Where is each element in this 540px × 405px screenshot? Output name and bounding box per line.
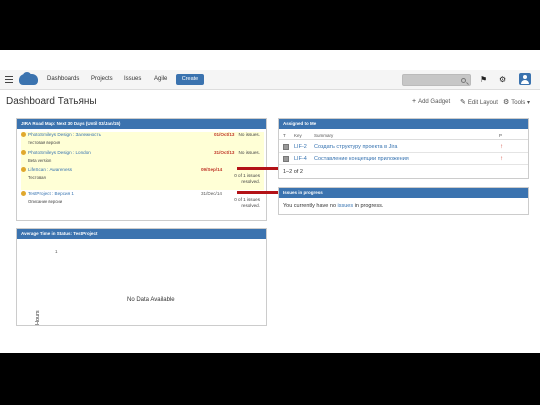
version-status: No issues. <box>238 132 260 137</box>
version-package-icon <box>21 150 26 156</box>
issue-key-link[interactable]: LIF-2 <box>294 144 307 150</box>
version-status: 0 of 1 issues resolved. <box>234 197 260 209</box>
column-key[interactable]: Key <box>294 133 302 138</box>
edit-layout-button[interactable]: ✎ Edit Layout <box>460 98 498 106</box>
plus-icon: + <box>412 98 417 105</box>
nav-issues[interactable]: Issues <box>124 76 141 82</box>
nav-dashboards[interactable]: Dashboards <box>47 76 79 82</box>
search-icon <box>461 78 466 83</box>
issue-key-link[interactable]: LIF-4 <box>294 156 307 162</box>
version-description: Beta version <box>28 158 52 163</box>
column-type[interactable]: T <box>283 133 286 138</box>
task-type-icon <box>283 156 289 162</box>
version-package-icon <box>21 191 26 197</box>
no-data-message: No Data Available <box>127 297 175 303</box>
average-time-gadget-title[interactable]: Average Time in Status: TestProject <box>17 229 266 239</box>
issues-in-progress-gadget: Issues in progress You currently have no… <box>278 187 529 215</box>
in-progress-message: You currently have no issues in progress… <box>283 203 384 209</box>
y-axis-tick: 1 <box>55 249 58 254</box>
release-date: 09/Sep/14 <box>201 167 223 172</box>
issue-summary-link[interactable]: Создать структуру проекта в Jira <box>314 144 397 150</box>
table-row[interactable]: LIF-4 Составление концепции приложения ↑ <box>279 153 528 165</box>
version-link[interactable]: PhotoSmileys Design : Залежность <box>21 132 101 138</box>
version-package-icon <box>21 132 26 138</box>
release-date: 31/Dec/14 <box>201 191 222 196</box>
tools-dropdown[interactable]: ⚙ Tools ▾ <box>503 98 530 106</box>
roadmap-row: PhotoSmileys Design : Залежность тестова… <box>21 132 264 150</box>
help-icon[interactable]: ⚑ <box>480 75 487 85</box>
assigned-to-me-gadget: Assigned to Me T Key Summary P LIF-2 Соз… <box>278 118 529 179</box>
version-description: тестовая версия <box>28 140 60 145</box>
jira-logo-icon[interactable] <box>19 72 38 85</box>
column-summary[interactable]: Summary <box>314 133 333 138</box>
create-button[interactable]: Create <box>176 74 204 85</box>
roadmap-row: LifeScan : Awareness Тестовая 09/Sep/14 … <box>21 167 279 190</box>
version-description: Тестовая <box>28 175 46 180</box>
y-axis-label: Hours <box>35 310 41 325</box>
page-title: Dashboard Татьяны <box>6 96 97 107</box>
roadmap-row: PhotoSmileys Design : London Beta versio… <box>21 150 264 167</box>
chevron-down-icon: ▾ <box>525 100 530 106</box>
progress-bar <box>237 167 279 170</box>
user-avatar[interactable] <box>519 73 531 85</box>
results-count: 1–2 of 2 <box>283 169 303 175</box>
version-link[interactable]: PhotoSmileys Design : London <box>21 150 91 156</box>
priority-high-icon: ↑ <box>500 156 503 162</box>
gear-icon: ⚙ <box>503 99 510 106</box>
version-link[interactable]: LifeScan : Awareness <box>21 167 72 173</box>
nav-agile[interactable]: Agile <box>154 76 167 82</box>
issue-summary-link[interactable]: Составление концепции приложения <box>314 156 409 162</box>
version-status: No issues. <box>238 150 260 155</box>
release-date: 31/Oct/13 <box>214 150 235 155</box>
issues-link[interactable]: issues <box>338 203 354 209</box>
add-gadget-button[interactable]: + Add Gadget <box>412 98 450 105</box>
in-progress-gadget-title[interactable]: Issues in progress <box>279 188 528 198</box>
progress-bar <box>237 191 279 194</box>
average-time-gadget: Average Time in Status: TestProject 1 Ho… <box>16 228 267 326</box>
jira-screen: Dashboards Projects Issues Agile Create … <box>0 50 540 353</box>
top-navigation-bar: Dashboards Projects Issues Agile Create … <box>0 70 540 90</box>
priority-high-icon: ↑ <box>500 144 503 150</box>
nav-projects[interactable]: Projects <box>91 76 113 82</box>
version-status: 0 of 1 issues resolved. <box>234 173 260 185</box>
quick-search-input[interactable] <box>402 74 471 86</box>
roadmap-gadget: JIRA Road Map: Next 30 Days (Until 03/Ja… <box>16 118 279 221</box>
settings-gear-icon[interactable]: ⚙ <box>499 75 506 85</box>
table-row[interactable]: LIF-2 Создать структуру проекта в Jira ↑ <box>279 141 528 153</box>
task-type-icon <box>283 144 289 150</box>
roadmap-row: TestProject : Версия 1 Описание версии 3… <box>21 191 279 217</box>
pencil-icon: ✎ <box>460 99 466 106</box>
version-package-icon <box>21 167 26 173</box>
table-header: T Key Summary P <box>279 130 528 140</box>
version-link[interactable]: TestProject : Версия 1 <box>21 191 74 197</box>
assigned-gadget-title[interactable]: Assigned to Me <box>279 119 528 129</box>
release-date: 01/Oct/13 <box>214 132 235 137</box>
app-switcher-icon[interactable] <box>5 76 13 83</box>
roadmap-gadget-title[interactable]: JIRA Road Map: Next 30 Days (Until 03/Ja… <box>17 119 266 129</box>
column-priority[interactable]: P <box>499 133 502 138</box>
version-description: Описание версии <box>28 199 63 204</box>
